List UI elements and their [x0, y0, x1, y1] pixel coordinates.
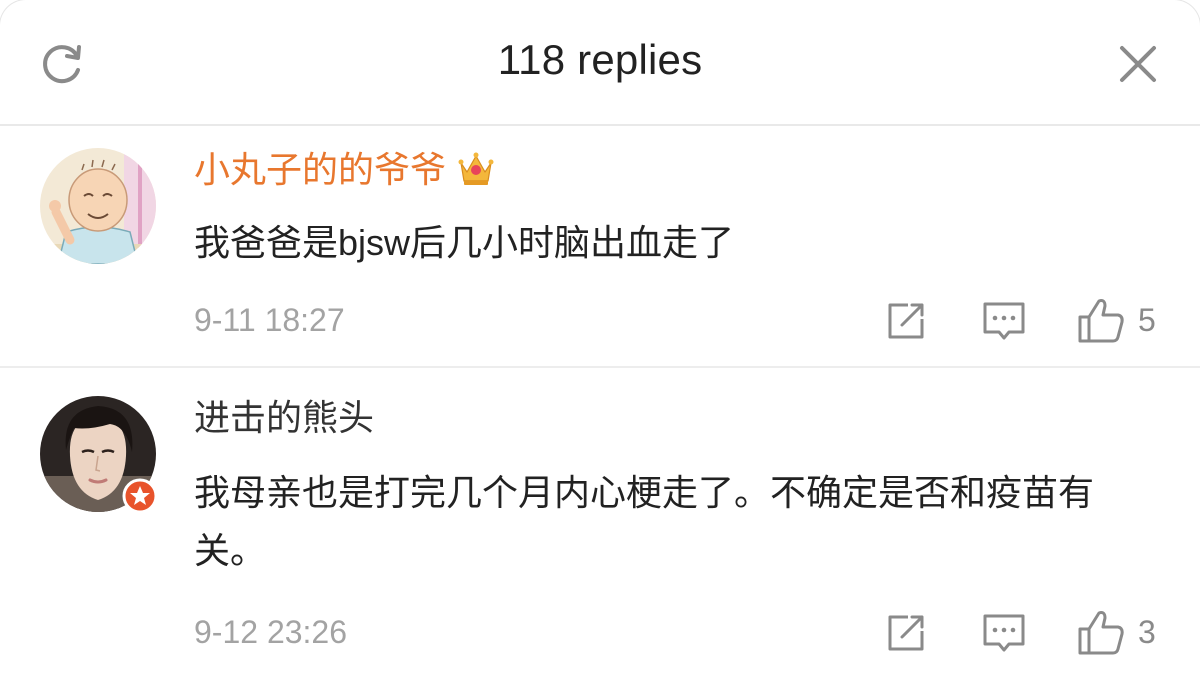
reply-icon[interactable] — [980, 296, 1028, 346]
replies-title: 118 replies — [497, 36, 703, 83]
like-icon[interactable] — [1076, 608, 1126, 658]
comment-text: 我爸爸是bjsw后几小时脑出血走了 — [194, 222, 735, 263]
reply-icon[interactable] — [980, 608, 1028, 658]
sheet-header: 118 replies — [0, 0, 1200, 126]
comment-username[interactable]: 进击的熊头 — [194, 396, 374, 440]
like-count: 3 — [1138, 614, 1156, 650]
avatar[interactable] — [40, 148, 156, 264]
verified-badge-icon — [122, 478, 158, 514]
comment-timestamp: 9-12 23:26 — [194, 614, 348, 650]
crown-icon — [458, 152, 494, 186]
username-text[interactable]: 进击的熊头 — [194, 397, 374, 438]
comment-item: 小丸子的的爷爷 我爸爸是bjsw后几小时脑出血走了 9-11 18:27 5 — [0, 126, 1200, 368]
comment-item: 进击的熊头 我母亲也是打完几个月内心梗走了。不确定是否和疫苗有关。 9-12 2… — [0, 368, 1200, 692]
share-icon[interactable] — [884, 296, 928, 346]
comment-actions: 5 — [880, 296, 1170, 346]
comment-timestamp: 9-11 18:27 — [194, 302, 345, 338]
username-text[interactable]: 小丸子的的爷爷 — [194, 149, 446, 190]
comment-actions: 3 — [880, 608, 1170, 658]
like-icon[interactable] — [1076, 296, 1126, 346]
like-count: 5 — [1138, 302, 1156, 338]
comment-username[interactable]: 小丸子的的爷爷 — [194, 148, 496, 192]
close-icon[interactable] — [1114, 40, 1162, 88]
share-icon[interactable] — [884, 608, 928, 658]
replies-sheet: 118 replies 小丸子的的爷爷 我爸爸是bjsw后几小时脑出血走了 9-… — [0, 0, 1200, 692]
comment-text: 我母亲也是打完几个月内心梗走了。不确定是否和疫苗有关。 — [194, 472, 1095, 571]
